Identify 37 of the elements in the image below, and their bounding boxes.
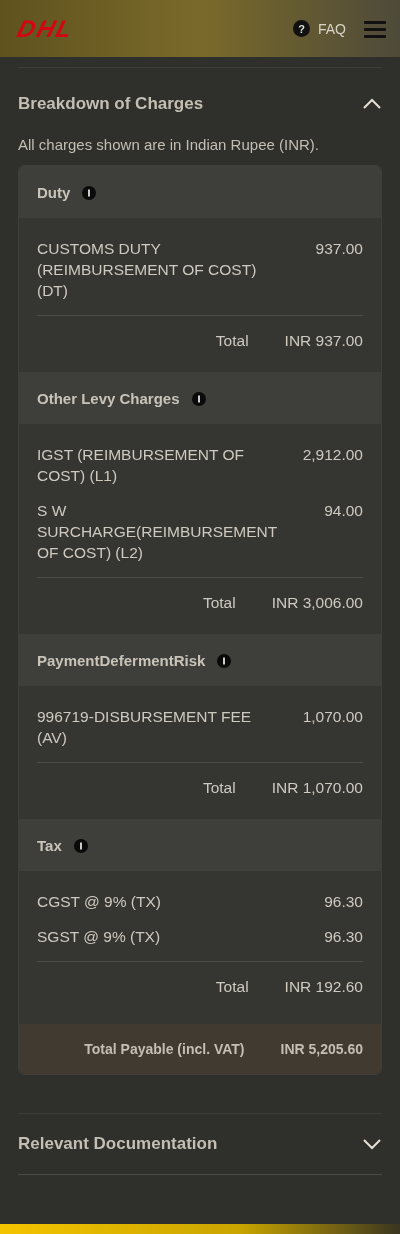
section-header[interactable]: Relevant Documentation [18, 1114, 382, 1174]
charge-amount: 94.00 [324, 501, 363, 521]
grand-total-amount: INR 5,205.60 [280, 1041, 363, 1057]
charge-label: 996719-DISBURSEMENT FEE (AV) [37, 707, 253, 748]
group-title: PaymentDefermentRisk [37, 652, 206, 669]
total-amount: INR 192.60 [284, 978, 363, 996]
total-amount: INR 3,006.00 [271, 594, 363, 612]
info-icon[interactable] [217, 653, 232, 668]
chevron-icon [362, 98, 382, 110]
charge-amount: 937.00 [315, 239, 363, 259]
grand-total-label: Total Payable (incl. VAT) [84, 1041, 245, 1057]
group-title: Tax [37, 837, 62, 854]
total-label: Total [202, 594, 236, 612]
charge-amount: 2,912.00 [302, 445, 363, 465]
group-title: Duty [37, 184, 71, 201]
currency-note: All charges shown are in Indian Rupee (INR). [18, 136, 320, 153]
total-label: Total [215, 978, 249, 996]
total-amount: INR 1,070.00 [271, 779, 363, 797]
group-title: Other Levy Charges [37, 390, 180, 407]
faq-link[interactable]: FAQ [318, 20, 346, 37]
help-icon[interactable]: ? [293, 20, 310, 37]
charge-amount: 96.30 [324, 892, 363, 912]
total-label: Total [202, 779, 236, 797]
total-label: Total [215, 332, 249, 350]
info-icon[interactable] [73, 838, 88, 853]
total-amount: INR 937.00 [284, 332, 363, 350]
charge-label: S W SURCHARGE(REIMBURSEMENT OF COST) (L2) [37, 501, 278, 563]
info-icon[interactable] [191, 391, 206, 406]
charge-label: SGST @ 9% (TX) [37, 927, 161, 947]
charge-amount: 96.30 [324, 927, 363, 947]
charge-label: CGST @ 9% (TX) [37, 892, 161, 912]
charge-label: CUSTOMS DUTY (REIMBURSEMENT OF COST) (DT) [37, 239, 258, 301]
charge-label: IGST (REIMBURSEMENT OF COST) (L1) [37, 445, 245, 486]
info-icon[interactable] [82, 185, 97, 200]
chevron-icon [362, 1138, 382, 1150]
section-header[interactable]: Breakdown of Charges [18, 68, 382, 136]
charge-amount: 1,070.00 [302, 707, 363, 727]
